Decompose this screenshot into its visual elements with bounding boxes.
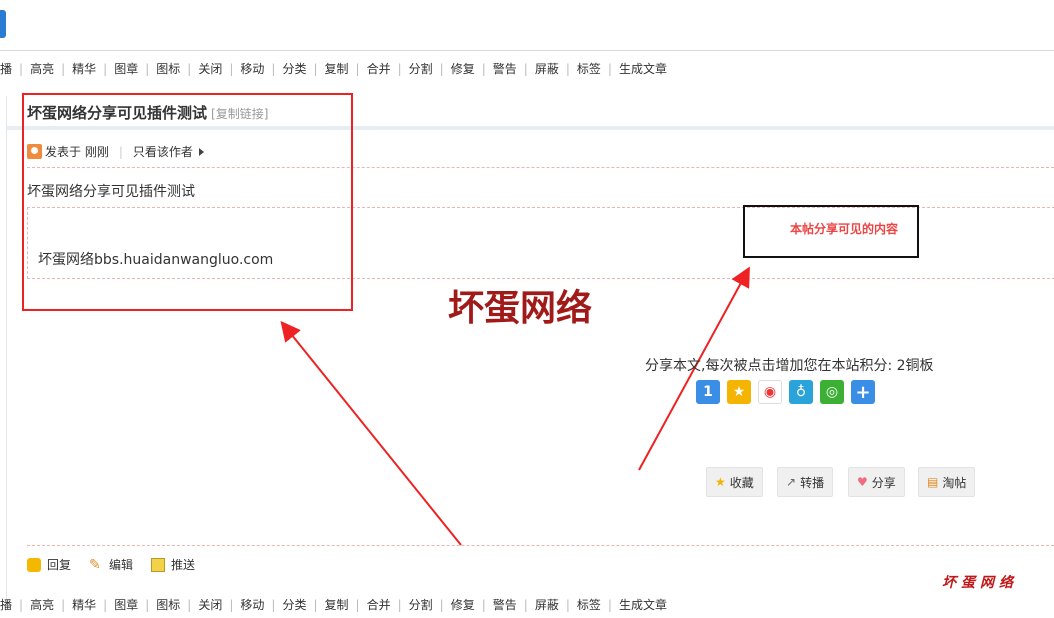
repost-label: 转播: [800, 475, 825, 490]
toolbar-separator: |: [187, 598, 192, 612]
push-label: 推送: [171, 558, 196, 572]
footer-divider: [27, 545, 1054, 546]
toolbar-separator: |: [103, 598, 108, 612]
toolbar-separator: |: [355, 598, 360, 612]
moderation-toolbar-bottom: 播 | 高亮 | 精华 | 图章 | 图标 | 关闭 | 移动 | 分类 | 复制 | 合并 | 分割 | 修复 | 警告 | 屏蔽…: [0, 596, 667, 618]
push-icon: [151, 557, 166, 572]
wechat-icon[interactable]: ◎: [820, 380, 844, 404]
toolbar-separator: |: [145, 598, 150, 612]
favorite-button[interactable]: ★ 收藏: [706, 467, 763, 497]
watermark-text: 坏蛋网络: [448, 287, 593, 329]
reply-button[interactable]: 回复: [27, 556, 71, 573]
more-plus-icon[interactable]: +: [851, 380, 875, 404]
share-icons: 1 ★ ◉ ♁ ◎ +: [696, 380, 875, 404]
toolbar-separator: |: [481, 598, 486, 612]
toolbar-separator: |: [607, 598, 612, 612]
reply-icon: [27, 557, 41, 572]
edit-label: 编辑: [109, 558, 134, 572]
weibo-icon[interactable]: ◉: [758, 380, 782, 404]
tencent-weibo-icon[interactable]: ♁: [789, 380, 813, 404]
toolbar-separator: |: [439, 598, 444, 612]
toolbar-separator: |: [313, 598, 318, 612]
push-button[interactable]: 推送: [151, 556, 195, 573]
pencil-icon: ✎: [89, 556, 101, 573]
share-button[interactable]: ♥ 分享: [848, 467, 905, 497]
toolbar-separator: |: [61, 598, 66, 612]
repost-button[interactable]: ↗ 转播: [777, 467, 834, 497]
toolbar-separator: |: [565, 598, 570, 612]
repost-icon: ↗: [786, 475, 797, 489]
edit-button[interactable]: ✎ 编辑: [89, 556, 133, 573]
qq-zone-icon[interactable]: 1: [696, 380, 720, 404]
toolbar-separator: |: [19, 598, 24, 612]
star-icon: ★: [715, 475, 726, 489]
reply-label: 回复: [47, 558, 72, 572]
bottom-watermark: 坏蛋网络: [942, 575, 1018, 591]
heart-icon: ♥: [857, 475, 868, 489]
taotie-label: 淘帖: [942, 475, 967, 490]
arrow-to-post: [280, 320, 462, 546]
toolbar-separator: |: [397, 598, 402, 612]
favorite-label: 收藏: [729, 475, 754, 490]
share-label: 分享: [871, 475, 896, 490]
toolbar-separator: |: [229, 598, 234, 612]
favorite-star-icon[interactable]: ★: [727, 380, 751, 404]
toolbar-separator: |: [271, 598, 276, 612]
toolbar-separator: |: [523, 598, 528, 612]
share-promo-text: 分享本文,每次被点击增加您在本站积分: 2铜板: [645, 358, 934, 374]
taotie-button[interactable]: ▤ 淘帖: [918, 467, 976, 497]
footer-actions: 回复 ✎ 编辑 推送: [27, 556, 195, 573]
tray-icon: ▤: [927, 475, 939, 489]
